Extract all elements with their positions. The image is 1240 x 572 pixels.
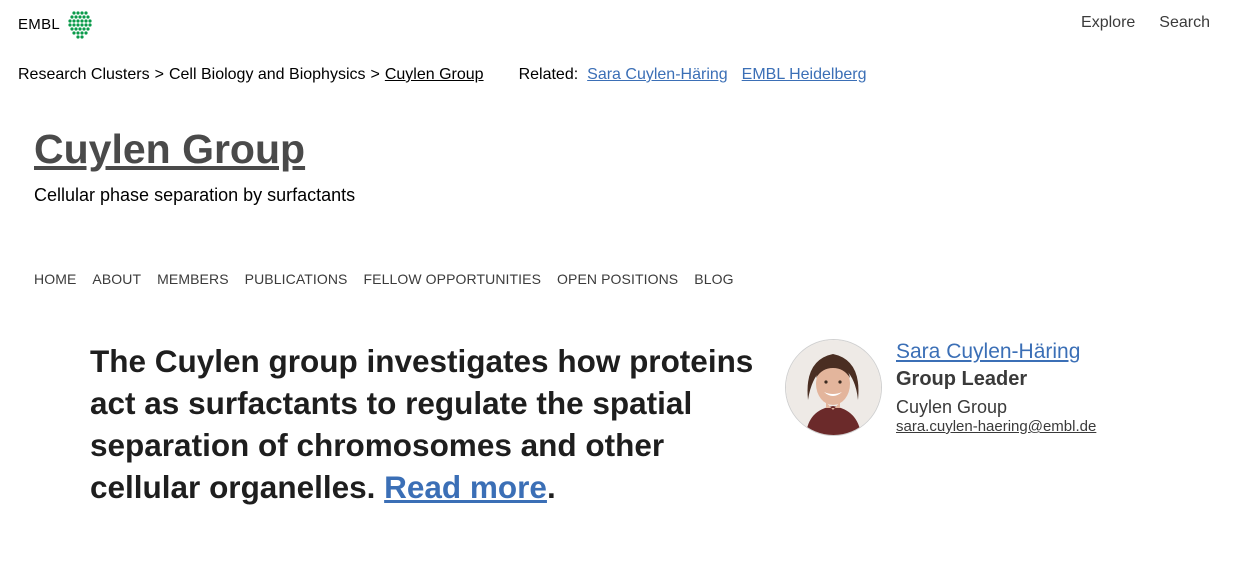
embl-logo[interactable]: EMBL xyxy=(18,8,96,40)
nav-members[interactable]: MEMBERS xyxy=(157,271,229,287)
breadcrumb-separator: > xyxy=(154,66,164,83)
nav-publications[interactable]: PUBLICATIONS xyxy=(245,271,348,287)
nav-home[interactable]: HOME xyxy=(34,271,76,287)
breadcrumb-cuylen-group[interactable]: Cuylen Group xyxy=(385,66,484,84)
logo-text: EMBL xyxy=(18,15,61,33)
breadcrumb-research-clusters[interactable]: Research Clusters xyxy=(18,66,150,84)
breadcrumb-cell-biology[interactable]: Cell Biology and Biophysics xyxy=(169,66,366,84)
search-link[interactable]: Search xyxy=(1159,14,1210,32)
nav-open-positions[interactable]: OPEN POSITIONS xyxy=(557,271,678,287)
explore-link[interactable]: Explore xyxy=(1081,14,1135,32)
top-nav: Explore Search xyxy=(1081,14,1210,32)
read-more-link[interactable]: Read more xyxy=(384,469,547,505)
top-bar: EMBL Explore Search xyxy=(0,0,1240,50)
nav-about[interactable]: ABOUT xyxy=(92,271,141,287)
leader-name-link[interactable]: Sara Cuylen-Häring xyxy=(896,340,1096,364)
group-nav: HOME ABOUT MEMBERS PUBLICATIONS FELLOW O… xyxy=(34,271,734,287)
leader-email-link[interactable]: sara.cuylen-haering@embl.de xyxy=(896,418,1096,435)
breadcrumb-separator: > xyxy=(370,66,380,83)
breadcrumb: Research Clusters > Cell Biology and Bio… xyxy=(18,66,866,84)
leader-role: Group Leader xyxy=(896,368,1028,390)
group-leader-card: Sara Cuylen-Häring Group Leader Cuylen G… xyxy=(896,340,1096,435)
nav-blog[interactable]: BLOG xyxy=(694,271,733,287)
intro-text: The Cuylen group investigates how protei… xyxy=(90,340,780,508)
leader-group: Cuylen Group xyxy=(896,397,1008,417)
nav-fellow-opportunities[interactable]: FELLOW OPPORTUNITIES xyxy=(364,271,542,287)
avatar xyxy=(785,339,882,436)
embl-hexagon-icon xyxy=(68,11,92,39)
related-link-sara[interactable]: Sara Cuylen-Häring xyxy=(587,66,728,84)
intro-period: . xyxy=(546,469,556,505)
page-title[interactable]: Cuylen Group xyxy=(34,126,305,173)
page-subtitle: Cellular phase separation by surfactants xyxy=(34,185,356,205)
person-avatar-icon xyxy=(786,340,881,435)
related-link-embl-heidelberg[interactable]: EMBL Heidelberg xyxy=(742,66,867,84)
related-label: Related: xyxy=(518,66,579,83)
